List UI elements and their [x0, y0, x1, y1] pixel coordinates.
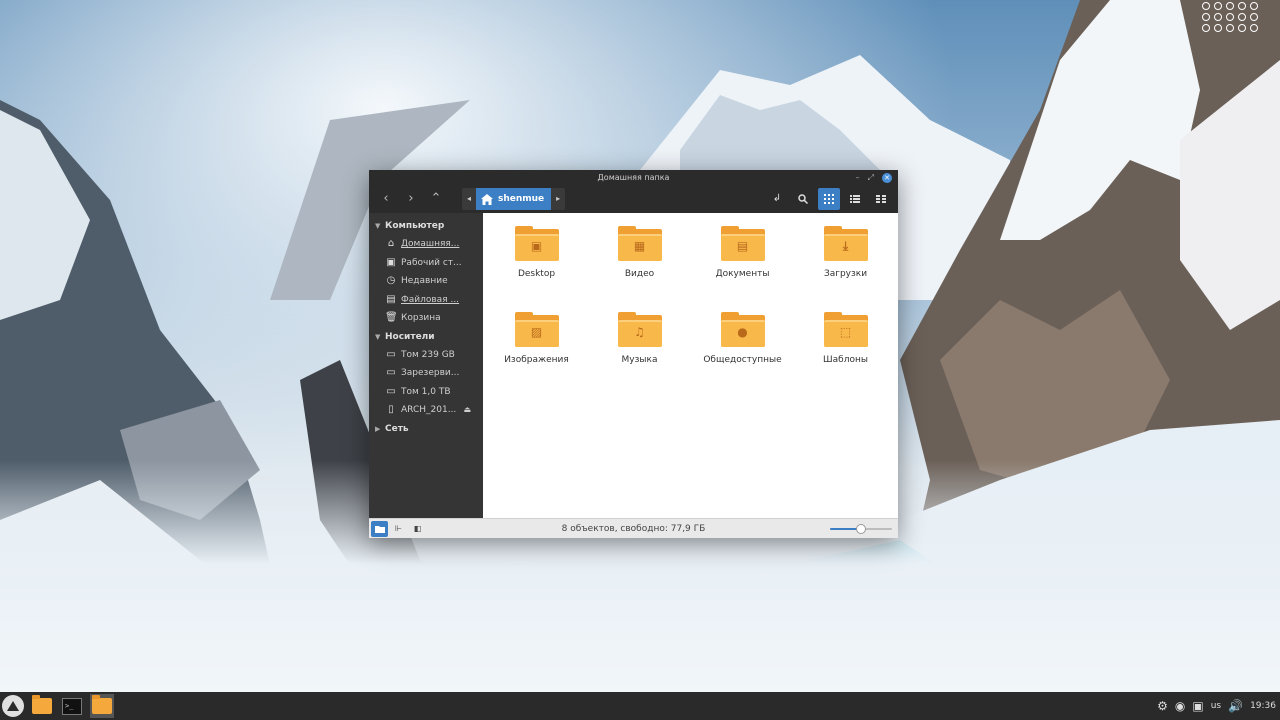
- sidebar-item-volume-239gb[interactable]: ▭ Том 239 GB: [369, 346, 483, 365]
- grid-view-icon: [824, 194, 834, 204]
- up-button[interactable]: ⌃: [425, 188, 447, 210]
- show-tree-button[interactable]: ⊩: [390, 521, 407, 537]
- file-item[interactable]: ▨ Изображения: [485, 309, 588, 395]
- eject-icon[interactable]: ⏏: [463, 401, 471, 420]
- toolbar: ‹ › ⌃ ◂ shenmue ▸ ↲: [369, 185, 898, 213]
- taskbar-window-file-manager[interactable]: [90, 694, 114, 718]
- file-manager-window: Домашняя папка – ⤢ ✕ ‹ › ⌃ ◂ shenmue ▸ ↲: [369, 170, 898, 538]
- show-places-button[interactable]: [371, 520, 388, 537]
- app-launcher-grid-icon[interactable]: [1202, 2, 1262, 34]
- folder-images-icon: ▨: [514, 312, 559, 348]
- taskbar-launcher-terminal[interactable]: >_: [60, 694, 84, 718]
- window-titlebar[interactable]: Домашняя папка – ⤢ ✕: [369, 170, 898, 185]
- icon-view-button[interactable]: [818, 188, 840, 210]
- maximize-button[interactable]: ⤢: [868, 172, 874, 183]
- drive-icon: ▤: [386, 293, 396, 305]
- path-bar: ◂ shenmue ▸: [462, 188, 566, 210]
- location-toggle-button[interactable]: ↲: [766, 188, 788, 210]
- file-item[interactable]: ▤ Документы: [691, 223, 794, 309]
- trash-icon: 🗑: [385, 312, 398, 324]
- path-crumb-label: shenmue: [498, 194, 545, 204]
- forward-button[interactable]: ›: [400, 188, 422, 210]
- compact-view-icon: [876, 195, 886, 203]
- usb-icon: ▯: [388, 404, 394, 416]
- path-scroll-left-button[interactable]: ◂: [462, 188, 476, 210]
- search-icon: [798, 194, 809, 205]
- path-crumb-home[interactable]: shenmue: [476, 188, 552, 210]
- disk-icon: ▭: [386, 348, 396, 360]
- file-item[interactable]: ● Общедоступные: [691, 309, 794, 395]
- close-button[interactable]: ✕: [882, 172, 892, 183]
- folder-icon: [92, 695, 112, 714]
- folder-music-icon: ♫: [617, 312, 662, 348]
- system-tray: ⚙ ◉ ▣ us 🔊 19:36: [1157, 692, 1276, 720]
- file-item[interactable]: ⬚ Шаблоны: [794, 309, 897, 395]
- window-title: Домашняя папка: [597, 173, 670, 182]
- toggle-sidebar-button[interactable]: ◧: [409, 521, 426, 537]
- sidebar-section-network[interactable]: ▶ Сеть: [369, 420, 483, 438]
- folder-icon: [32, 695, 52, 714]
- sidebar-item-volume-1tb[interactable]: ▭ Том 1,0 TB: [369, 383, 483, 402]
- disk-icon: ▭: [386, 385, 396, 397]
- sidebar-item-trash[interactable]: 🗑 Корзина: [369, 309, 483, 328]
- zoom-slider-handle[interactable]: [856, 524, 866, 534]
- taskbar-launcher-files[interactable]: [30, 694, 54, 718]
- settings-gear-icon[interactable]: ⚙: [1157, 699, 1168, 713]
- minimize-button[interactable]: –: [856, 172, 860, 183]
- file-item[interactable]: ♫ Музыка: [588, 309, 691, 395]
- list-view-icon: [850, 195, 860, 203]
- folder-icon: [374, 525, 385, 533]
- file-item[interactable]: ▦ Видео: [588, 223, 691, 309]
- expanded-caret-icon: ▼: [375, 222, 381, 230]
- file-view[interactable]: ▣ Desktop ▦ Видео ▤ Документы ⤓ Загрузки…: [483, 213, 898, 518]
- clipboard-icon[interactable]: ▣: [1192, 699, 1203, 713]
- status-bar: ⊩ ◧ 8 объектов, свободно: 77,9 ГБ: [369, 518, 898, 538]
- recent-icon: ◷: [386, 275, 396, 287]
- back-button[interactable]: ‹: [375, 188, 397, 210]
- collapsed-caret-icon: ▶: [375, 424, 381, 433]
- sidebar: ▼ Компьютер ⌂ Домашняя... ▣ Рабочий ст... ◷…: [369, 213, 483, 518]
- sidebar-item-arch-usb[interactable]: ▯ ARCH_201... ⏏: [369, 401, 483, 420]
- network-icon[interactable]: ◉: [1175, 699, 1185, 713]
- sidebar-section-computer[interactable]: ▼ Компьютер: [369, 217, 483, 235]
- sidebar-item-home[interactable]: ⌂ Домашняя...: [369, 235, 483, 254]
- sidebar-item-reserved[interactable]: ▭ Зарезерви...: [369, 364, 483, 383]
- volume-icon[interactable]: 🔊: [1228, 699, 1243, 713]
- file-item[interactable]: ▣ Desktop: [485, 223, 588, 309]
- taskbar: >_ ⚙ ◉ ▣ us 🔊 19:36: [0, 692, 1280, 720]
- sidebar-item-recent[interactable]: ◷ Недавние: [369, 272, 483, 291]
- clock[interactable]: 19:36: [1250, 701, 1276, 711]
- path-scroll-right-button[interactable]: ▸: [551, 188, 565, 210]
- home-icon: [481, 193, 493, 205]
- file-item[interactable]: ⤓ Загрузки: [794, 223, 897, 309]
- folder-desktop-icon: ▣: [514, 226, 559, 262]
- folder-public-icon: ●: [720, 312, 765, 348]
- zoom-slider[interactable]: [830, 524, 892, 534]
- disk-icon: ▭: [386, 367, 396, 379]
- terminal-icon: >_: [62, 697, 82, 715]
- keyboard-layout-indicator[interactable]: us: [1211, 701, 1221, 711]
- folder-video-icon: ▦: [617, 226, 662, 262]
- status-text: 8 объектов, свободно: 77,9 ГБ: [561, 523, 706, 534]
- sidebar-section-devices[interactable]: ▼ Носители: [369, 328, 483, 346]
- home-icon: ⌂: [387, 238, 395, 250]
- folder-downloads-icon: ⤓: [823, 226, 868, 262]
- search-button[interactable]: [792, 188, 814, 210]
- sidebar-item-filesystem[interactable]: ▤ Файловая ...: [369, 291, 483, 310]
- folder-documents-icon: ▤: [720, 226, 765, 262]
- folder-templates-icon: ⬚: [823, 312, 868, 348]
- compact-view-button[interactable]: [870, 188, 892, 210]
- desktop-icon: ▣: [386, 256, 396, 268]
- list-view-button[interactable]: [844, 188, 866, 210]
- start-menu-button[interactable]: [2, 695, 24, 717]
- expanded-caret-icon: ▼: [375, 332, 381, 341]
- sidebar-item-desktop[interactable]: ▣ Рабочий ст...: [369, 254, 483, 273]
